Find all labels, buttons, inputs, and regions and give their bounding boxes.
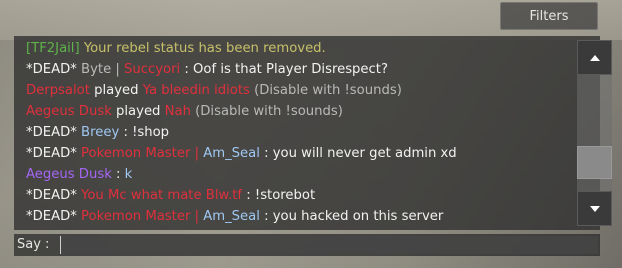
chat-segment: Derpsalot	[26, 83, 90, 98]
chat-message: Aegeus Dusk : k	[26, 164, 556, 185]
scroll-down-button[interactable]	[577, 191, 612, 226]
chat-segment: Am_Seal	[203, 146, 260, 161]
chat-segment: (Disable with !sounds)	[249, 83, 402, 98]
chat-message: *DEAD* You Mc what mate Blw.tf : !storeb…	[26, 185, 556, 206]
chat-segment: Your rebel status has been removed.	[83, 41, 326, 56]
chat-segment: Pokemon Master |	[81, 146, 204, 161]
chat-segment: Am_Seal	[203, 209, 260, 224]
chat-message: *DEAD* Pokemon Master | Am_Seal : you ha…	[26, 206, 556, 227]
chat-segment: Ya bleedin idiots	[142, 83, 250, 98]
chat-segment: Succyori	[124, 62, 181, 77]
chat-segment: *DEAD*	[26, 146, 82, 161]
chat-segment: Pokemon Master |	[81, 209, 204, 224]
chat-segment: :	[111, 167, 125, 182]
filters-button[interactable]: Filters	[500, 2, 598, 30]
chat-input[interactable]	[60, 236, 598, 254]
chat-segment: Aegeus Dusk	[26, 167, 112, 182]
chat-segment: : !shop	[119, 125, 170, 140]
chat-segment: *DEAD*	[26, 188, 82, 203]
chat-segment: You Mc what mate Blw.tf	[81, 188, 243, 203]
chat-segment: *DEAD*	[26, 62, 82, 77]
chat-message: *DEAD* Breey : !shop	[26, 122, 556, 143]
chat-segment: Byte |	[81, 62, 125, 77]
arrow-down-icon	[589, 205, 600, 212]
chat-segment: played	[111, 104, 165, 119]
chat-segment: Breey	[81, 125, 120, 140]
chat-history: [TF2Jail] Your rebel status has been rem…	[26, 38, 556, 227]
chat-segment: : Oof is that Player Disrespect?	[180, 62, 388, 77]
scroll-up-button[interactable]	[577, 40, 612, 75]
chat-segment: played	[89, 83, 143, 98]
scroll-thumb[interactable]	[577, 146, 612, 179]
arrow-up-icon	[589, 54, 600, 61]
say-label: Say :	[17, 237, 50, 252]
chat-panel: [TF2Jail] Your rebel status has been rem…	[14, 36, 612, 230]
chat-message: Derpsalot played Ya bleedin idiots (Disa…	[26, 80, 556, 101]
chat-segment: : !storebot	[242, 188, 316, 203]
chat-message: Aegeus Dusk played Nah (Disable with !so…	[26, 101, 556, 122]
chat-scrollbar[interactable]	[577, 40, 612, 226]
chat-message: *DEAD* Pokemon Master | Am_Seal : you wi…	[26, 143, 556, 164]
chat-segment: *DEAD*	[26, 209, 82, 224]
chat-segment: k	[124, 167, 133, 182]
chat-segment: (Disable with !sounds)	[190, 104, 343, 119]
chat-segment: *DEAD*	[26, 125, 82, 140]
chat-segment: : you hacked on this server	[259, 209, 444, 224]
chat-segment: : you will never get admin xd	[259, 146, 457, 161]
chat-message: [TF2Jail] Your rebel status has been rem…	[26, 38, 556, 59]
chat-segment: Nah	[164, 104, 191, 119]
say-bar: Say :	[14, 234, 600, 256]
chat-segment: [TF2Jail]	[26, 41, 84, 56]
chat-segment: Aegeus Dusk	[26, 104, 112, 119]
chat-message: *DEAD* Byte | Succyori : Oof is that Pla…	[26, 59, 556, 80]
